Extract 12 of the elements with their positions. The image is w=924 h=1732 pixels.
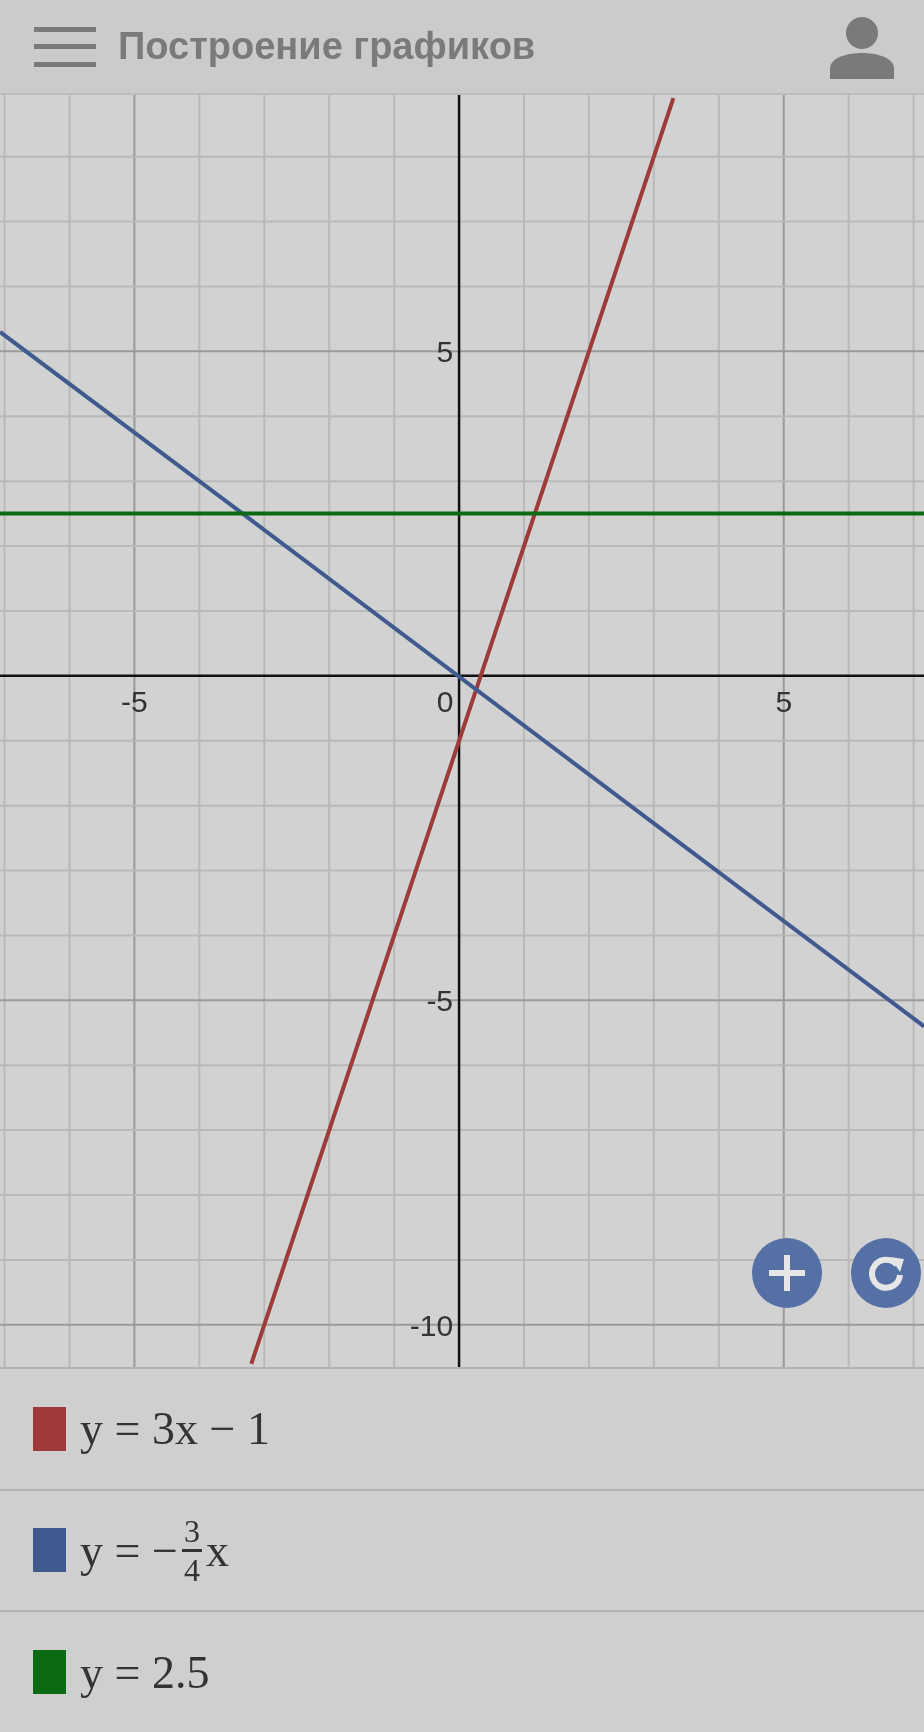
tick-label: 0	[436, 684, 454, 718]
tick-label: -5	[121, 684, 148, 718]
app-title: Построение графиков	[118, 25, 537, 68]
graph-area[interactable]: -5 0 5 -10 -5 5	[0, 95, 924, 1367]
account-icon[interactable]	[830, 14, 894, 79]
menu-icon[interactable]	[34, 26, 96, 67]
formula: y = 3x − 1	[80, 1402, 270, 1456]
formula: y = 2.5	[80, 1645, 210, 1699]
tick-label: -5	[426, 984, 454, 1018]
tick-label: 5	[775, 684, 793, 718]
tick-label: 5	[436, 335, 454, 369]
tick-label: -10	[409, 1308, 454, 1342]
